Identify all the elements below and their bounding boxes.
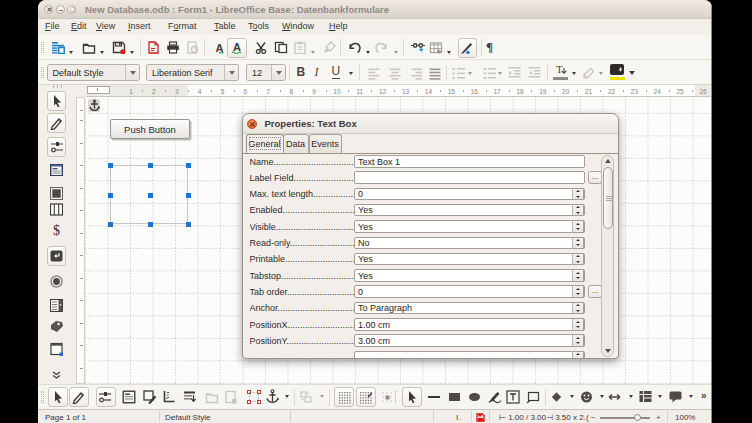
svg-text:A: A (216, 42, 224, 54)
svg-text:A: A (233, 41, 241, 53)
